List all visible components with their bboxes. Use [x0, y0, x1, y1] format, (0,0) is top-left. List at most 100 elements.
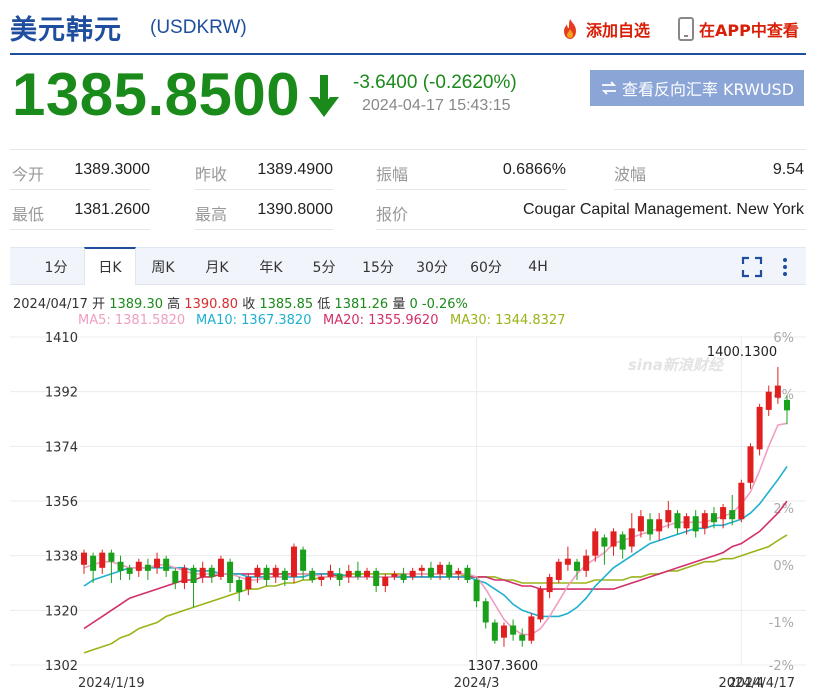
candle — [272, 564, 279, 583]
candle-body — [710, 513, 717, 523]
tab-5min[interactable]: 5分 — [302, 248, 346, 285]
open-in-app-button[interactable]: 在APP中查看 — [677, 17, 799, 41]
candle — [583, 549, 590, 577]
candle — [628, 513, 635, 553]
stat-label-prev-close: 昨收 — [195, 165, 228, 184]
y-tick-label: 1392 — [45, 386, 78, 401]
tab-4h[interactable]: 4H — [516, 248, 560, 285]
stat-label-quote-source: 报价 — [376, 205, 409, 224]
candle — [765, 385, 772, 416]
candle-body — [208, 567, 215, 577]
candle-body — [455, 570, 462, 574]
pct-tick-label: -1% — [769, 616, 794, 631]
candle-body — [628, 528, 635, 547]
price-change: -3.6400 (-0.2620%) — [353, 72, 517, 93]
candle — [756, 403, 763, 456]
ohlc-low: 1381.26 — [334, 297, 389, 312]
tab-daily[interactable]: 日K — [84, 247, 136, 285]
candle — [144, 558, 151, 580]
y-tick-label: 1410 — [45, 331, 78, 346]
candle-body — [482, 601, 489, 623]
candle-body — [272, 567, 279, 577]
candle — [99, 549, 106, 574]
candle — [117, 555, 124, 580]
candle — [738, 479, 745, 523]
tab-1min[interactable]: 1分 — [34, 248, 78, 285]
candle-body — [683, 516, 690, 529]
stat-label-low: 最低 — [12, 205, 45, 224]
candle-body — [647, 519, 654, 535]
candle-body — [729, 510, 736, 520]
candle-body — [181, 567, 188, 583]
tab-weekly[interactable]: 周K — [140, 248, 186, 285]
candle — [163, 555, 170, 577]
candle-body — [427, 567, 434, 577]
candle-body — [172, 570, 179, 583]
ohlc-low-label: 低 — [317, 297, 331, 312]
stat-value-amplitude: 0.6866% — [502, 161, 566, 178]
candle-body — [345, 570, 352, 577]
candle-body — [254, 567, 261, 577]
candle-body — [126, 567, 133, 574]
candle-body — [400, 573, 407, 580]
candle — [208, 564, 215, 583]
fire-icon — [564, 19, 576, 39]
current-price: 1385.8500 — [12, 61, 301, 128]
candle-body — [619, 534, 626, 550]
candle-body — [409, 570, 416, 577]
candle-body — [656, 519, 663, 532]
stats-divider-1 — [10, 189, 150, 190]
tab-yearly[interactable]: 年K — [248, 248, 294, 285]
stat-value-open: 1389.3000 — [74, 161, 150, 178]
tab-30min[interactable]: 30分 — [408, 248, 456, 285]
ma30-line — [83, 534, 788, 654]
candle-body — [108, 552, 115, 562]
candle-body — [373, 570, 380, 587]
quote-time: 2024-04-17 15:43:15 — [362, 97, 511, 114]
ohlc-open-label: 开 — [92, 297, 106, 312]
reverse-rate-button[interactable]: 查看反向汇率 KRWUSD — [590, 70, 804, 106]
stat-value-low: 1381.2600 — [74, 201, 150, 218]
tab-15min[interactable]: 15分 — [354, 248, 402, 285]
candle-body — [300, 549, 307, 571]
candle-body — [263, 567, 270, 580]
candle-body — [774, 385, 781, 398]
pct-tick-label: 6% — [773, 331, 794, 346]
candle-body — [217, 558, 224, 577]
more-options-icon[interactable] — [778, 256, 792, 278]
stats-divider-5 — [10, 229, 150, 230]
candle-body — [236, 579, 243, 593]
tab-60min[interactable]: 60分 — [462, 248, 510, 285]
tab-monthly[interactable]: 月K — [194, 248, 240, 285]
y-tick-label: 1374 — [45, 440, 78, 455]
x-tick-label: 2024/1/19 — [78, 676, 145, 690]
candle-body — [199, 567, 206, 577]
candle — [263, 564, 270, 587]
candle-body — [437, 564, 444, 574]
candle-body — [144, 564, 151, 571]
candle — [181, 564, 188, 590]
pct-tick-label: 0% — [773, 559, 794, 574]
add-watchlist-button[interactable]: 添加自选 — [558, 17, 650, 41]
candle — [528, 613, 535, 644]
ohlc-close-label: 收 — [242, 297, 256, 312]
candle-body — [692, 516, 699, 532]
candle — [619, 531, 626, 559]
candle — [108, 549, 115, 583]
candle-body — [227, 561, 234, 583]
x-tick-label: 2024/3 — [454, 676, 500, 690]
candle — [464, 564, 471, 583]
candlestick-chart[interactable]: sina新浪财经 1410139213741356133813201302 6%… — [0, 326, 820, 690]
candle-body — [309, 570, 316, 580]
candle — [729, 494, 736, 526]
candle-body — [327, 570, 334, 577]
candle — [610, 528, 617, 556]
y-tick-label: 1338 — [45, 550, 78, 565]
candle-body — [117, 561, 124, 571]
candle-body — [564, 558, 571, 565]
add-watchlist-label: 添加自选 — [586, 21, 651, 40]
ma5-line — [83, 422, 788, 636]
fullscreen-icon[interactable] — [741, 256, 763, 278]
candle-body — [747, 446, 754, 483]
y-tick-label: 1302 — [45, 659, 78, 674]
